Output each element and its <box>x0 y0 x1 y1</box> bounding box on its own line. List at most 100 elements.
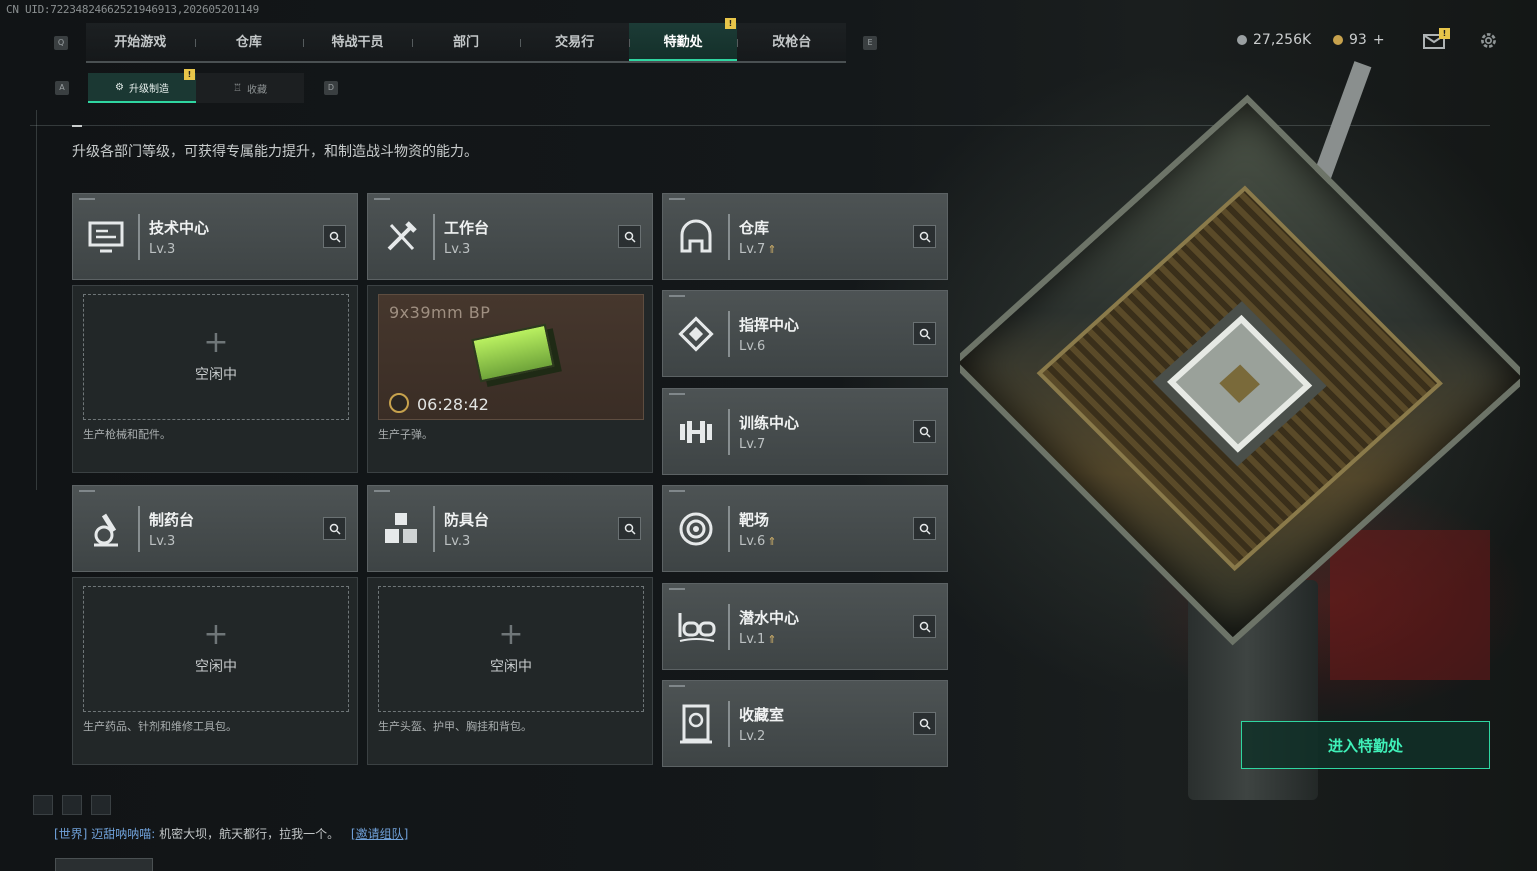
add-gold-button[interactable]: + <box>1373 32 1385 48</box>
silver-coin-icon <box>1237 35 1247 45</box>
craft-icon: ⚙ <box>115 81 124 93</box>
card-tag <box>669 198 685 200</box>
department-name: 技术中心 <box>149 219 210 237</box>
nav-alert-badge: ! <box>725 18 736 29</box>
card-separator <box>138 506 140 552</box>
search-icon[interactable] <box>323 517 346 540</box>
department-name: 工作台 <box>444 219 490 237</box>
gear-icon[interactable] <box>1478 30 1499 51</box>
tab-warehouse[interactable]: 仓库 <box>194 23 304 61</box>
card-separator <box>728 701 730 747</box>
idle-label: 空闲中 <box>195 659 237 675</box>
production-slot-pharmacy: + 空闲中 生产药品、针剂和维修工具包。 <box>72 577 358 765</box>
department-card-command-center[interactable]: 指挥中心 Lv.6 <box>662 290 948 377</box>
department-card-pharmacy[interactable]: 制药台 Lv.3 <box>72 485 358 572</box>
card-separator <box>728 409 730 455</box>
tab-start-game[interactable]: 开始游戏 <box>86 23 195 61</box>
subtab-collection-label: 收藏 <box>246 84 267 96</box>
idle-slot-button[interactable]: + 空闲中 <box>378 586 644 712</box>
invite-team-link[interactable]: [邀请组队] <box>351 827 408 841</box>
department-level-value: Lv.3 <box>149 534 176 549</box>
department-card-warehouse[interactable]: 仓库 Lv.7 ⇑ <box>662 193 948 280</box>
department-name: 收藏室 <box>739 706 785 724</box>
department-level-value: Lv.6 <box>739 534 766 549</box>
department-name: 靶场 <box>739 511 770 529</box>
page-description: 升级各部门等级，可获得专属能力提升，和制造战斗物资的能力。 <box>72 144 478 160</box>
department-card-diving-center[interactable]: 潜水中心 Lv.1 ⇑ <box>662 583 948 670</box>
card-separator <box>728 604 730 650</box>
plus-icon: + <box>498 617 524 652</box>
search-icon[interactable] <box>323 225 346 248</box>
divider-line-vertical <box>36 110 37 490</box>
subtab-upgrade-craft[interactable]: ⚙ 升级制造 <box>88 73 196 103</box>
machine-cube-core <box>1167 314 1313 453</box>
production-item-card[interactable]: 9x39mm BP 06:28:42 <box>378 294 644 420</box>
subtab-prev-key[interactable]: A <box>55 81 69 95</box>
main-nav: 开始游戏 仓库 特战干员 部门 交易行 特勤处 改枪台 <box>86 23 846 63</box>
department-card-tech-center[interactable]: 技术中心 Lv.3 <box>72 193 358 280</box>
card-separator <box>728 311 730 357</box>
search-icon[interactable] <box>913 225 936 248</box>
search-icon[interactable] <box>618 225 641 248</box>
card-tag <box>374 198 390 200</box>
department-name: 制药台 <box>149 511 195 529</box>
department-level-value: Lv.7 <box>739 242 766 257</box>
production-slot-tech: + 空闲中 生产枪械和配件。 <box>72 285 358 473</box>
search-icon[interactable] <box>913 322 936 345</box>
search-icon[interactable] <box>913 615 936 638</box>
department-card-shooting-range[interactable]: 靶场 Lv.6 ⇑ <box>662 485 948 572</box>
tab-trade[interactable]: 交易行 <box>520 23 629 61</box>
chat-tool-button[interactable] <box>91 795 111 815</box>
slot-description: 生产药品、针剂和维修工具包。 <box>83 720 237 733</box>
search-icon[interactable] <box>913 517 936 540</box>
ammo-box-image <box>471 323 555 383</box>
idle-slot-button[interactable]: + 空闲中 <box>83 294 349 420</box>
search-icon[interactable] <box>913 712 936 735</box>
cubes-icon <box>376 504 426 554</box>
department-level-value: Lv.1 <box>739 632 766 647</box>
tab-operators[interactable]: 特战干员 <box>303 23 412 61</box>
search-icon[interactable] <box>618 517 641 540</box>
department-card-training-center[interactable]: 训练中心 Lv.7 <box>662 388 948 475</box>
subtab-alert-badge: ! <box>184 69 195 80</box>
slot-description: 生产子弹。 <box>378 428 433 441</box>
production-item-name: 9x39mm BP <box>389 303 491 322</box>
uid-label: CN UID:7223482466252194691​3,20260520114… <box>6 3 259 16</box>
nav-next-key[interactable]: E <box>863 36 877 50</box>
chat-input-bar[interactable] <box>55 858 153 871</box>
chat-tool-button[interactable] <box>62 795 82 815</box>
department-level: Lv.3 <box>149 534 175 549</box>
department-level: Lv.2 <box>739 729 765 744</box>
idle-slot-button[interactable]: + 空闲中 <box>83 586 349 712</box>
card-separator <box>138 214 140 260</box>
search-icon[interactable] <box>913 420 936 443</box>
monitor-icon <box>81 212 131 262</box>
subtab-next-key[interactable]: D <box>324 81 338 95</box>
department-name: 训练中心 <box>739 414 800 432</box>
subtab-collection[interactable]: ♖ 收藏 <box>196 73 304 103</box>
department-level: Lv.7 ⇑ <box>739 242 777 257</box>
nav-prev-key[interactable]: Q <box>54 36 68 50</box>
tools-icon <box>376 212 426 262</box>
gold-amount: 93 <box>1349 32 1367 48</box>
card-tag <box>669 490 685 492</box>
department-level: Lv.3 <box>149 242 175 257</box>
silver-amount: 27,256K <box>1253 32 1312 48</box>
department-card-workbench[interactable]: 工作台 Lv.3 <box>367 193 653 280</box>
gold-coin-icon <box>1333 35 1343 45</box>
tab-department[interactable]: 部门 <box>411 23 521 61</box>
department-card-armor[interactable]: 防具台 Lv.3 <box>367 485 653 572</box>
department-card-collection-room[interactable]: 收藏室 Lv.2 <box>662 680 948 767</box>
production-slot-workbench: 9x39mm BP 06:28:42 生产子弹。 <box>367 285 653 473</box>
enter-special-ops-button[interactable]: 进入特勤处 <box>1241 721 1490 769</box>
plus-icon: + <box>203 617 229 652</box>
chat-username[interactable]: 迈甜呐呐喵: <box>91 827 155 841</box>
plus-icon: + <box>203 325 229 360</box>
tab-special-ops[interactable]: 特勤处 <box>628 23 738 61</box>
department-level-value: Lv.3 <box>444 534 471 549</box>
chat-tool-button[interactable] <box>33 795 53 815</box>
tab-gunsmith[interactable]: 改枪台 <box>737 23 846 61</box>
card-separator <box>433 506 435 552</box>
card-separator <box>728 214 730 260</box>
chat-channel: [世界] <box>54 827 88 841</box>
